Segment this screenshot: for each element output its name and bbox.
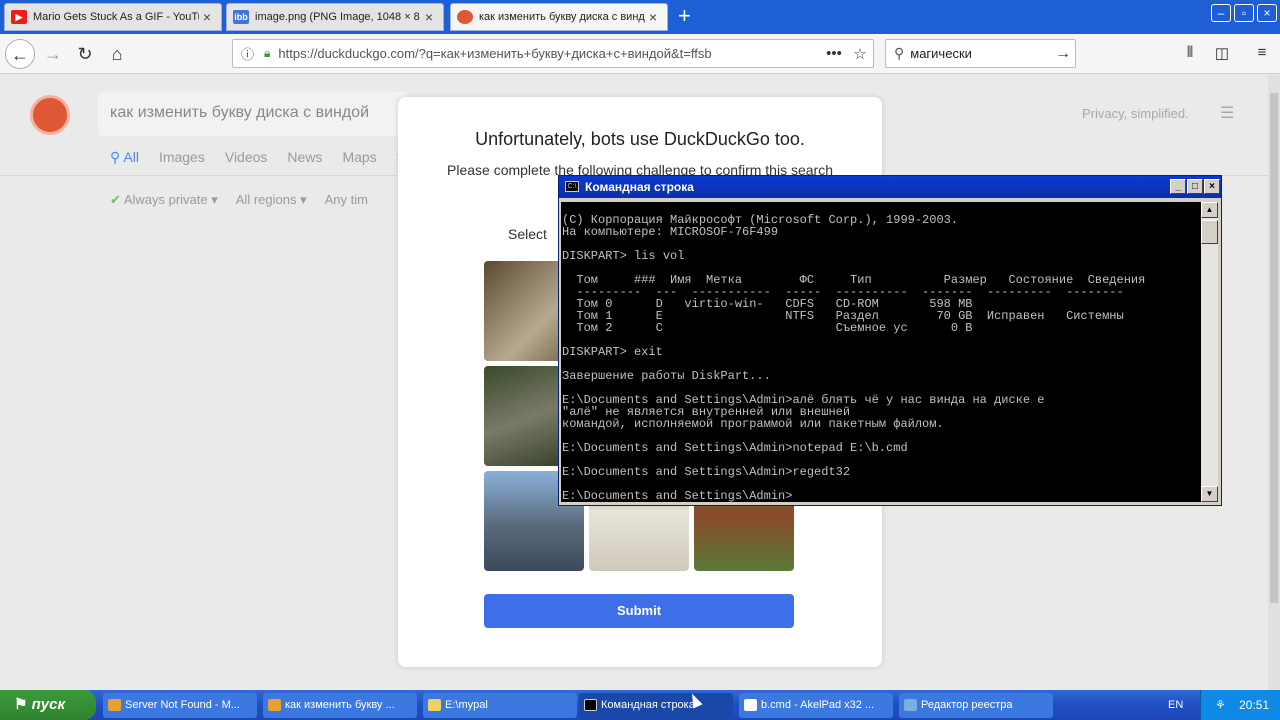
cmd-scrollbar[interactable]: ▲ ▼ <box>1201 202 1218 502</box>
new-tab-icon[interactable]: + <box>678 5 691 27</box>
ddg-search-input[interactable]: как изменить букву диска с виндой <box>98 92 408 136</box>
tab-youtube[interactable]: ▶ Mario Gets Stuck As a GIF - YouTube × <box>4 3 222 31</box>
cmd-titlebar[interactable]: C:\ Командная строка <box>559 176 1221 198</box>
tab-title: Mario Gets Stuck As a GIF - YouTube <box>33 11 199 23</box>
filter-private[interactable]: ✔ Always private ▾ <box>110 192 218 208</box>
tab-duckduckgo[interactable]: как изменить букву диска с виндой × <box>450 3 668 31</box>
tab-videos[interactable]: Videos <box>225 149 268 166</box>
navigation-bar: ← → ↻ ⌂ ⓘ 🔒︎ https://duckduckgo.com/?q=к… <box>0 34 1280 74</box>
language-indicator[interactable]: EN <box>1168 690 1183 720</box>
home-icon[interactable]: ⌂ <box>102 39 132 69</box>
scrollbar-thumb[interactable] <box>1201 220 1218 244</box>
taskbar-button[interactable]: Редактор реестра <box>899 693 1053 718</box>
cmd-icon <box>584 699 597 711</box>
select-label: Select <box>508 226 547 242</box>
taskbar-button[interactable]: Командная строка <box>579 693 733 718</box>
check-icon: ✔ <box>110 192 121 207</box>
lock-icon: 🔒︎ <box>264 46 271 60</box>
address-bar[interactable]: ⓘ 🔒︎ https://duckduckgo.com/?q=как+измен… <box>232 39 874 68</box>
folder-icon <box>428 699 441 711</box>
cmd-title: Командная строка <box>585 180 694 194</box>
youtube-icon: ▶ <box>11 10 27 24</box>
page-scrollbar[interactable] <box>1268 75 1280 690</box>
scroll-up-icon[interactable]: ▲ <box>1201 202 1218 218</box>
taskbar-label: Командная строка <box>601 699 695 711</box>
windows-flag-icon: ⚑ <box>14 696 28 713</box>
url-text[interactable]: https://duckduckgo.com/?q=как+изменить+б… <box>278 46 821 61</box>
taskbar-label: Редактор реестра <box>921 699 1013 711</box>
scrollbar-thumb[interactable] <box>1270 93 1278 603</box>
bookmark-star-icon[interactable]: ☆ <box>847 45 873 63</box>
filters: ✔ Always private ▾ All regions ▾ Any tim <box>110 192 368 208</box>
back-icon[interactable]: ← <box>5 39 35 69</box>
ddg-tabs: ⚲ All Images Videos News Maps Sh <box>110 149 414 166</box>
maximize-icon[interactable]: □ <box>1187 179 1203 194</box>
challenge-title: Unfortunately, bots use DuckDuckGo too. <box>475 129 805 149</box>
tab-image[interactable]: ibb image.png (PNG Image, 1048 × 8 × <box>226 3 444 31</box>
privacy-link[interactable]: Privacy, simplified. <box>1082 106 1189 121</box>
cmd-window: C:\ Командная строка _ □ × (C) Корпораци… <box>558 175 1222 506</box>
taskbar-label: как изменить букву ... <box>285 699 395 711</box>
registry-icon <box>904 699 917 711</box>
start-button[interactable]: ⚑ пуск <box>0 690 96 720</box>
taskbar: ⚑ пуск Server Not Found - M... как измен… <box>0 690 1280 720</box>
search-input[interactable]: ⚲ магически → <box>885 39 1076 68</box>
taskbar-button[interactable]: E:\mypal <box>423 693 577 718</box>
search-icon: ⚲ <box>894 45 905 61</box>
tab-all-label: All <box>123 149 139 165</box>
taskbar-button[interactable]: как изменить букву ... <box>263 693 417 718</box>
ibb-icon: ibb <box>233 10 249 24</box>
minimize-icon[interactable]: – <box>1211 4 1231 22</box>
firefox-icon <box>108 699 121 711</box>
close-icon[interactable]: × <box>645 9 661 25</box>
console-text: (C) Корпорация Майкрософт (Microsoft Cor… <box>562 213 1146 502</box>
taskbar-button[interactable]: b.cmd - AkelPad x32 ... <box>739 693 893 718</box>
duckduckgo-logo[interactable] <box>30 95 70 135</box>
close-icon[interactable]: × <box>421 9 437 25</box>
close-window-icon[interactable]: × <box>1257 4 1277 22</box>
search-value: магически <box>910 46 972 61</box>
info-icon[interactable]: ⓘ <box>241 44 254 63</box>
tab-title: image.png (PNG Image, 1048 × 8 <box>255 11 420 23</box>
page-actions-icon[interactable]: ••• <box>821 45 847 62</box>
submit-button[interactable]: Submit <box>484 594 794 628</box>
filter-regions-label: All regions <box>235 192 297 207</box>
console-output[interactable]: (C) Корпорация Майкрософт (Microsoft Cor… <box>561 202 1201 502</box>
close-icon[interactable]: × <box>199 9 215 25</box>
tab-news[interactable]: News <box>287 149 322 166</box>
search-go-icon[interactable]: → <box>1051 45 1075 63</box>
taskbar-label: E:\mypal <box>445 699 488 711</box>
akelpad-icon <box>744 699 757 711</box>
close-icon[interactable]: × <box>1204 179 1220 194</box>
taskbar-label: b.cmd - AkelPad x32 ... <box>761 699 875 711</box>
tab-strip: ▶ Mario Gets Stuck As a GIF - YouTube × … <box>0 0 1280 34</box>
filter-time[interactable]: Any tim <box>325 192 368 208</box>
filter-private-label: Always private <box>123 192 208 207</box>
taskbar-button[interactable]: Server Not Found - M... <box>103 693 257 718</box>
tab-all[interactable]: ⚲ All <box>110 149 139 166</box>
reload-icon[interactable]: ↻ <box>70 39 100 69</box>
scroll-down-icon[interactable]: ▼ <box>1201 486 1218 502</box>
firefox-icon <box>268 699 281 711</box>
filter-regions[interactable]: All regions ▾ <box>236 192 307 208</box>
forward-icon[interactable]: → <box>38 39 68 69</box>
library-icon[interactable]: ⫴ <box>1180 44 1200 61</box>
menu-icon[interactable]: ≡ <box>1252 44 1272 61</box>
network-icon[interactable]: ⚘ <box>1215 698 1226 712</box>
cmd-icon: C:\ <box>565 181 579 192</box>
tab-images[interactable]: Images <box>159 149 205 166</box>
tab-title: как изменить букву диска с виндой <box>479 11 645 23</box>
duckduckgo-icon <box>457 10 473 24</box>
menu-icon[interactable]: ☰ <box>1220 103 1234 123</box>
sidebar-icon[interactable]: ◫ <box>1212 44 1232 62</box>
maximize-icon[interactable]: ▫ <box>1234 4 1254 22</box>
start-label: пуск <box>31 696 66 713</box>
system-tray: ⚘ 20:51 <box>1200 690 1280 720</box>
minimize-icon[interactable]: _ <box>1170 179 1186 194</box>
taskbar-label: Server Not Found - M... <box>125 699 240 711</box>
tab-maps[interactable]: Maps <box>342 149 376 166</box>
clock[interactable]: 20:51 <box>1239 698 1269 712</box>
